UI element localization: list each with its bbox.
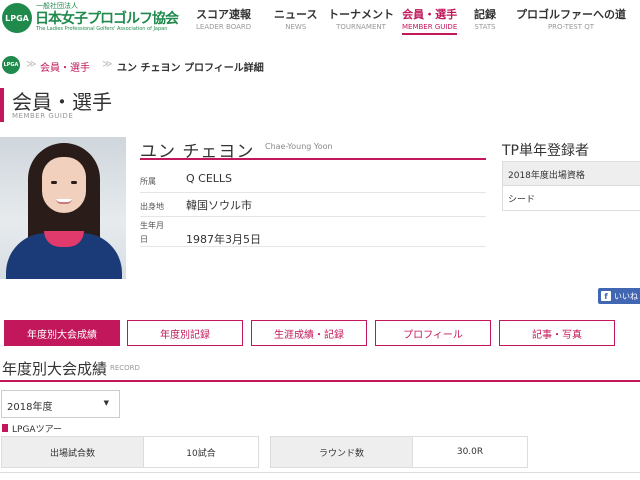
breadcrumb-separator-icon: ≫ (102, 59, 113, 70)
like-label: いいね (614, 291, 638, 301)
nav-tournament[interactable]: トーナメント TOURNAMENT (328, 6, 394, 31)
photo-eye (51, 181, 57, 184)
stat-value-events: 10試合 (143, 436, 259, 468)
player-name-en: Chae-Young Yoon (265, 142, 333, 151)
photo-mouth (56, 199, 72, 204)
lpga-logo-icon[interactable]: LPGA (2, 3, 32, 33)
nav-sublabel: TOURNAMENT (336, 23, 386, 31)
registration-head: 2018年度出場資格 (503, 162, 640, 186)
title-accent-bar (0, 88, 4, 122)
nav-label: ニュース (274, 8, 318, 21)
nav-label: 会員・選手 (402, 8, 458, 21)
affiliation-value: Q CELLS (186, 172, 233, 185)
name-underline (140, 158, 486, 160)
home-logo-icon[interactable]: LPGA (2, 56, 20, 74)
breadcrumb: LPGA ≫ 会員・選手 ≫ ユン チェヨン プロフィール詳細 (0, 56, 640, 78)
player-photo (0, 137, 126, 279)
page-title-en: MEMBER GUIDE (12, 112, 74, 120)
logo-title[interactable]: 日本女子プロゴルフ協会 (35, 8, 179, 28)
nav-sublabel: PRO-TEST QT (547, 23, 595, 31)
birthplace-label: 出身地 (140, 202, 164, 211)
divider (140, 246, 486, 247)
nav-member-guide[interactable]: 会員・選手 MEMBER GUIDE (402, 6, 458, 35)
stat-value-rounds: 30.0R (412, 436, 528, 468)
logo-subtitle: The Ladies Professional Golfers' Associa… (36, 26, 168, 32)
divider (140, 192, 486, 193)
nav-pro-test[interactable]: プロゴルファーへの道 PRO-TEST QT (516, 6, 626, 31)
birthdate-value: 1987年3月5日 (186, 233, 261, 246)
nav-label: トーナメント (328, 8, 394, 21)
tab-articles-photos[interactable]: 記事・写真 (499, 320, 615, 346)
divider (140, 216, 486, 217)
birthplace-value: 韓国ソウル市 (186, 199, 252, 212)
tab-career-records[interactable]: 生涯成績・記録 (251, 320, 367, 346)
registration-value: シード (508, 195, 536, 205)
breadcrumb-current: ユン チェヨン プロフィール詳細 (117, 63, 264, 74)
section-underline (0, 380, 640, 382)
stat-label-events: 出場試合数 (1, 436, 144, 468)
breadcrumb-separator-icon: ≫ (26, 59, 37, 70)
divider (0, 472, 640, 473)
nav-label: プロゴルファーへの道 (516, 8, 626, 21)
nav-sublabel: MEMBER GUIDE (402, 23, 458, 31)
affiliation-label: 所属 (140, 177, 156, 186)
facebook-like-button[interactable]: f いいね (598, 288, 640, 304)
nav-sublabel: LEADER BOARD (196, 23, 252, 31)
page-title: 会員・選手 (12, 90, 112, 114)
section-title: 年度別大会成績 (2, 360, 108, 378)
photo-eye (71, 181, 77, 184)
nav-leader-board[interactable]: スコア速報 LEADER BOARD (196, 6, 251, 31)
tab-yearly-results[interactable]: 年度別大会成績 (4, 320, 120, 346)
site-header: LPGA 一般社団法人 日本女子プロゴルフ協会 The Ladies Profe… (0, 0, 640, 40)
tour-label: LPGAツアー (0, 422, 62, 435)
nav-stats[interactable]: 記録 STATS (474, 6, 496, 31)
photo-face (42, 157, 86, 213)
nav-sublabel: STATS (474, 23, 496, 31)
tab-yearly-records[interactable]: 年度別記録 (127, 320, 243, 346)
nav-label: スコア速報 (196, 8, 252, 21)
breadcrumb-parent-link[interactable]: 会員・選手 (40, 59, 90, 74)
facebook-icon: f (601, 291, 611, 301)
nav-sublabel: NEWS (285, 23, 307, 31)
birthdate-label: 生年月日 (140, 221, 164, 244)
nav-label: 記録 (474, 8, 496, 21)
year-select[interactable]: 2018年度 ▼ (1, 390, 120, 418)
year-select-value: 2018年度 (7, 402, 53, 413)
registration-title: TP単年登録者 (502, 143, 589, 159)
nav-news[interactable]: ニュース NEWS (274, 6, 317, 31)
tab-profile[interactable]: プロフィール (375, 320, 491, 346)
dropdown-arrow-icon: ▼ (103, 399, 109, 407)
section-title-en: RECORD (110, 364, 140, 372)
stat-label-rounds: ラウンド数 (270, 436, 413, 468)
registration-box: 2018年度出場資格 シード (502, 161, 640, 211)
